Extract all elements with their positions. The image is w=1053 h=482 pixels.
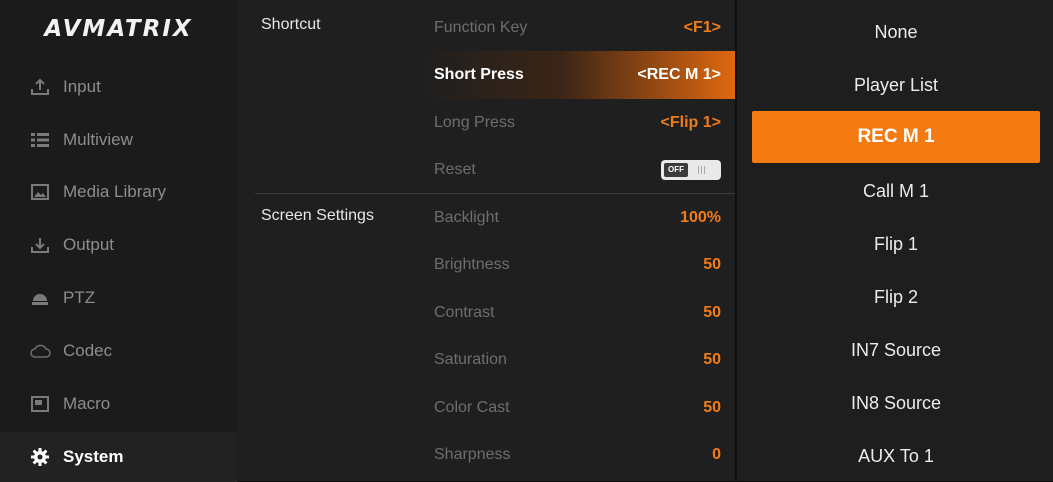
gear-icon	[29, 447, 51, 467]
setting-label: Reset	[434, 161, 476, 178]
setting-value: <Flip 1>	[660, 114, 721, 131]
sidebar-item-ptz[interactable]: PTZ	[0, 273, 237, 323]
sidebar-item-multiview[interactable]: Multiview	[0, 115, 237, 165]
sidebar-item-macro[interactable]: Macro	[0, 379, 237, 429]
toggle-state-label: OFF	[664, 163, 688, 177]
ptz-camera-icon	[29, 288, 51, 308]
sidebar-item-label: Media Library	[63, 182, 166, 201]
setting-label: Long Press	[434, 114, 515, 131]
sidebar-item-label: Codec	[63, 341, 113, 360]
setting-label: Backlight	[434, 209, 499, 226]
setting-label: Color Cast	[434, 399, 510, 416]
option-flip-2[interactable]: Flip 2	[752, 272, 1040, 322]
section-title-screen-settings: Screen Settings	[261, 207, 374, 224]
option-call-m-1[interactable]: Call M 1	[752, 166, 1040, 216]
setting-row-long-press[interactable]: Long Press <Flip 1>	[419, 99, 735, 147]
cloud-icon	[29, 341, 51, 361]
upload-icon	[29, 77, 51, 97]
option-aux-to-1[interactable]: AUX To 1	[752, 431, 1040, 481]
setting-row-contrast[interactable]: Contrast 50	[419, 289, 735, 337]
sidebar-item-media-library[interactable]: Media Library	[0, 167, 237, 217]
setting-row-backlight[interactable]: Backlight 100%	[419, 194, 735, 242]
setting-row-brightness[interactable]: Brightness 50	[419, 241, 735, 289]
sidebar-item-system[interactable]: System	[0, 432, 257, 482]
option-flip-1[interactable]: Flip 1	[752, 219, 1040, 269]
brand-logo: AVMATRIX	[0, 0, 237, 58]
logo-text: AVMATRIX	[44, 16, 193, 42]
sidebar-item-label: Input	[63, 77, 101, 96]
list-icon	[29, 130, 51, 150]
setting-value: 50	[703, 399, 721, 416]
setting-row-reset[interactable]: Reset OFF	[419, 146, 735, 194]
setting-row-function-key[interactable]: Function Key <F1>	[419, 4, 735, 52]
sidebar: AVMATRIX Input Multiview Media Library O	[0, 0, 257, 482]
sidebar-item-output[interactable]: Output	[0, 220, 237, 270]
settings-panel: Shortcut Function Key <F1> Short Press <…	[237, 0, 735, 481]
setting-value: <REC M 1>	[637, 66, 721, 83]
option-player-list[interactable]: Player List	[752, 60, 1040, 110]
sidebar-item-codec[interactable]: Codec	[0, 326, 237, 376]
setting-row-color-cast[interactable]: Color Cast 50	[419, 384, 735, 432]
section-title-shortcut: Shortcut	[261, 16, 321, 33]
sidebar-item-label: PTZ	[63, 288, 96, 307]
sidebar-item-label: Multiview	[63, 130, 133, 149]
setting-value: 50	[703, 304, 721, 321]
setting-label: Contrast	[434, 304, 495, 321]
setting-row-sharpness[interactable]: Sharpness 0	[419, 431, 735, 479]
app-window: AVMATRIX Input Multiview Media Library O	[0, 0, 1053, 482]
sidebar-item-label: Macro	[63, 394, 111, 413]
option-in7-source[interactable]: IN7 Source	[752, 325, 1040, 375]
setting-value: <F1>	[683, 19, 721, 36]
sidebar-item-label: System	[63, 447, 124, 466]
setting-label: Sharpness	[434, 446, 511, 463]
setting-label: Function Key	[434, 19, 528, 36]
option-in8-source[interactable]: IN8 Source	[752, 378, 1040, 428]
image-icon	[29, 182, 51, 202]
setting-label: Short Press	[434, 66, 524, 83]
setting-value: 50	[703, 351, 721, 368]
setting-label: Brightness	[434, 256, 510, 273]
sidebar-item-label: Output	[63, 235, 115, 254]
reset-toggle[interactable]: OFF	[661, 160, 721, 180]
setting-label: Saturation	[434, 351, 507, 368]
macro-icon	[29, 394, 51, 414]
option-rec-m-1[interactable]: REC M 1	[752, 111, 1040, 163]
download-tray-icon	[29, 235, 51, 255]
sidebar-item-input[interactable]: Input	[0, 62, 237, 112]
setting-row-saturation[interactable]: Saturation 50	[419, 336, 735, 384]
toggle-grip-icon	[698, 166, 705, 174]
setting-row-short-press[interactable]: Short Press <REC M 1>	[419, 51, 735, 99]
shortcut-option-list: None Player List REC M 1 Call M 1 Flip 1…	[737, 0, 1053, 481]
option-none[interactable]: None	[752, 7, 1040, 57]
setting-value: 100%	[680, 209, 721, 226]
setting-value: 0	[712, 446, 721, 463]
setting-value: 50	[703, 256, 721, 273]
